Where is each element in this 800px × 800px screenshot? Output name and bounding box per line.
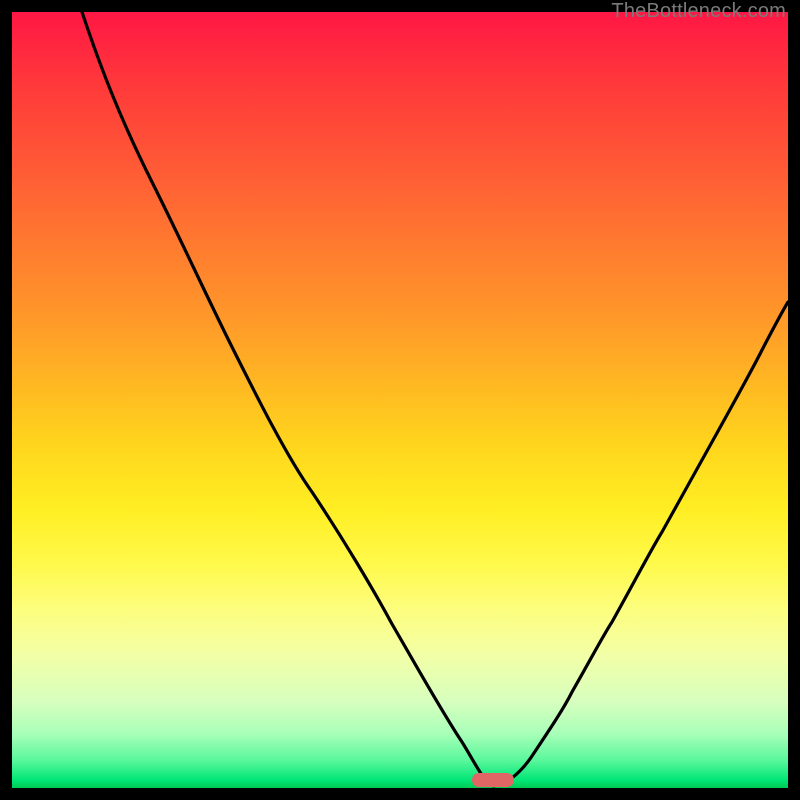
chart-frame: TheBottleneck.com — [0, 0, 800, 800]
curve-path — [82, 12, 788, 786]
watermark-text: TheBottleneck.com — [611, 0, 786, 23]
minimum-marker — [472, 773, 514, 787]
bottleneck-curve — [12, 12, 788, 788]
plot-area — [12, 12, 788, 788]
